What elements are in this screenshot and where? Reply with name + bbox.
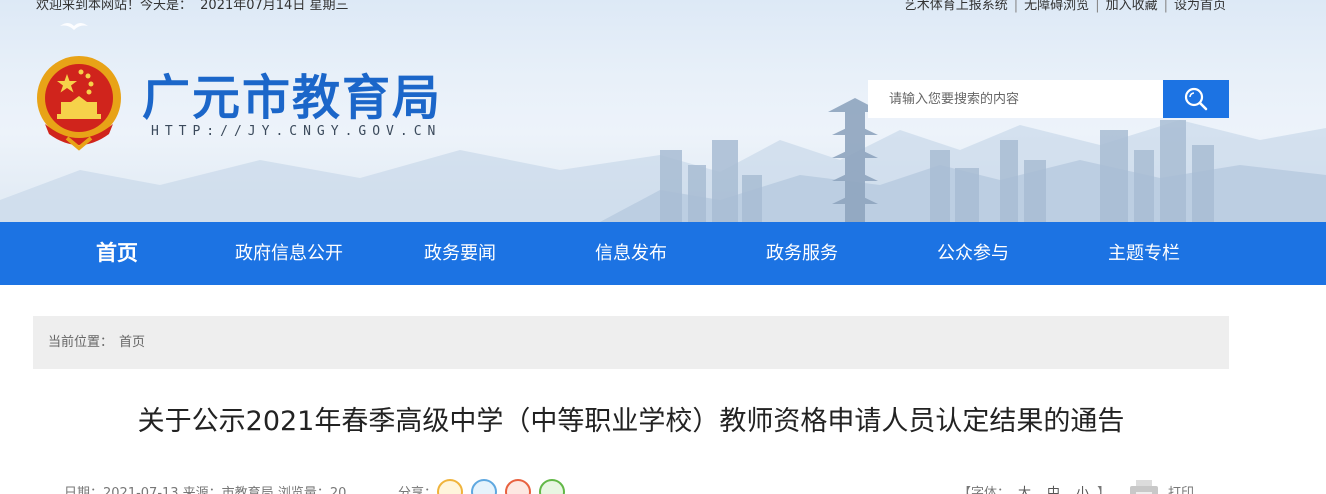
nav-item-services[interactable]: 政务服务 bbox=[742, 222, 862, 285]
nav-item-home[interactable]: 首页 bbox=[62, 222, 172, 285]
nav-item-news[interactable]: 政务要闻 bbox=[400, 222, 520, 285]
article-title: 关于公示2021年春季高级中学（中等职业学校）教师资格申请人员认定结果的通告 bbox=[137, 406, 1125, 437]
nav-item-participation[interactable]: 公众参与 bbox=[913, 222, 1033, 285]
tencent-weibo-icon[interactable] bbox=[505, 479, 531, 494]
site-url: HTTP://JY.CNGY.GOV.CN bbox=[151, 124, 442, 139]
breadcrumb-home-link[interactable]: 首页 bbox=[119, 335, 145, 350]
welcome-message: 欢迎来到本网站！今天是： 2021年07月14日 星期三 bbox=[36, 0, 352, 13]
search-button[interactable] bbox=[1163, 80, 1229, 118]
top-bar: 欢迎来到本网站！今天是： 2021年07月14日 星期三 艺术体育上报系统 | 无障… bbox=[0, 0, 1326, 14]
wechat-icon[interactable] bbox=[539, 479, 565, 494]
nav-item-topics[interactable]: 主题专栏 bbox=[1084, 222, 1204, 285]
add-favorite-link[interactable]: 加入收藏 bbox=[1106, 0, 1158, 13]
top-links: 艺术体育上报系统 | 无障碍浏览 | 加入收藏 | 设为首页 bbox=[904, 0, 1226, 13]
print-label: 打印 bbox=[1168, 486, 1195, 494]
breadcrumb-label: 当前位置： bbox=[48, 335, 114, 350]
article-meta-row: 日期：2021-07-13 来源：市教育局 浏览量：20 分享： 【字体： 大 中 小… bbox=[0, 479, 1326, 494]
article-meta: 日期：2021-07-13 来源：市教育局 浏览量：20 bbox=[64, 486, 347, 494]
font-size-bracket: 】 bbox=[1097, 486, 1111, 494]
set-homepage-link[interactable]: 设为首页 bbox=[1174, 0, 1226, 13]
divider: | bbox=[1095, 0, 1100, 13]
search-input[interactable] bbox=[868, 80, 1163, 118]
print-button[interactable]: 打印 bbox=[1128, 478, 1194, 494]
current-date: 2021年07月14日 星期三 bbox=[200, 0, 349, 13]
welcome-text: 欢迎来到本网站！今天是： bbox=[36, 0, 193, 13]
divider: | bbox=[1013, 0, 1019, 13]
nav-item-announcements[interactable]: 信息发布 bbox=[571, 222, 691, 285]
qzone-icon[interactable] bbox=[471, 479, 497, 494]
breadcrumb: 当前位置： 首页 bbox=[33, 316, 1229, 369]
sports-report-link[interactable]: 艺术体育上报系统 bbox=[904, 0, 1008, 13]
font-size-label: 【字体： bbox=[958, 486, 1011, 494]
weibo-icon[interactable] bbox=[437, 479, 463, 494]
national-emblem-icon bbox=[37, 56, 121, 151]
font-size-small[interactable]: 小 bbox=[1076, 486, 1089, 494]
search-bar bbox=[868, 80, 1229, 118]
font-size-medium[interactable]: 中 bbox=[1047, 486, 1060, 494]
site-title[interactable]: 广元市教育局 bbox=[142, 70, 442, 126]
divider: | bbox=[1163, 0, 1168, 13]
search-icon bbox=[1184, 87, 1208, 111]
nav-item-gov-info[interactable]: 政府信息公开 bbox=[219, 222, 359, 285]
header-banner: 欢迎来到本网站！今天是： 2021年07月14日 星期三 艺术体育上报系统 | 无障… bbox=[0, 0, 1326, 222]
accessibility-link[interactable]: 无障碍浏览 bbox=[1024, 0, 1089, 13]
font-size-large[interactable]: 大 bbox=[1018, 486, 1031, 494]
printer-icon bbox=[1130, 480, 1158, 494]
main-nav: 首页 政府信息公开 政务要闻 信息发布 政务服务 公众参与 主题专栏 bbox=[0, 222, 1326, 285]
share-label: 分享： bbox=[398, 486, 438, 494]
font-size-control: 【字体： 大 中 小】 bbox=[958, 482, 1110, 494]
